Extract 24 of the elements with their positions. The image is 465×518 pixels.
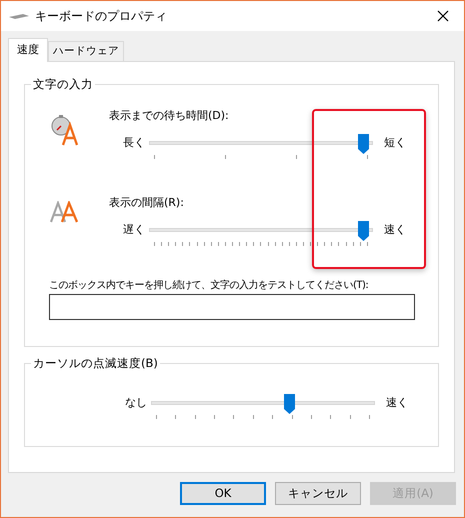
- slider-thumb[interactable]: [358, 221, 368, 241]
- keyboard-icon: [9, 12, 29, 20]
- slider-max-label: 速く: [386, 395, 408, 411]
- slider-label: 表示までの待ち時間(D):: [109, 108, 230, 124]
- tab[interactable]: 速度: [8, 38, 48, 62]
- slider-min-label: なし: [124, 395, 148, 411]
- group-title: 文字の入力: [31, 77, 95, 91]
- slider-max-label: 速く: [384, 222, 406, 238]
- slider-thumb[interactable]: [358, 134, 368, 154]
- ok-button[interactable]: OK: [180, 482, 266, 505]
- group-title: カーソルの点滅速度(B): [31, 356, 160, 370]
- cancel-button[interactable]: キャンセル: [275, 482, 361, 505]
- window-title: キーボードのプロパティ: [35, 8, 167, 25]
- stopwatch-letter-icon: [50, 114, 80, 146]
- field-label: このボックス内でキーを押し続けて、文字の入力をテストしてください(T):: [49, 278, 368, 293]
- close-icon[interactable]: [437, 10, 449, 22]
- slider-min-label: 遅く: [122, 222, 146, 238]
- letters-icon: [50, 201, 80, 223]
- input-field[interactable]: [49, 294, 415, 320]
- slider-thumb[interactable]: [284, 394, 295, 414]
- tab[interactable]: ハードウェア: [48, 41, 124, 62]
- slider-max-label: 短く: [384, 135, 406, 151]
- slider-min-label: 長く: [122, 135, 146, 151]
- slider-label: 表示の間隔(R):: [109, 195, 185, 211]
